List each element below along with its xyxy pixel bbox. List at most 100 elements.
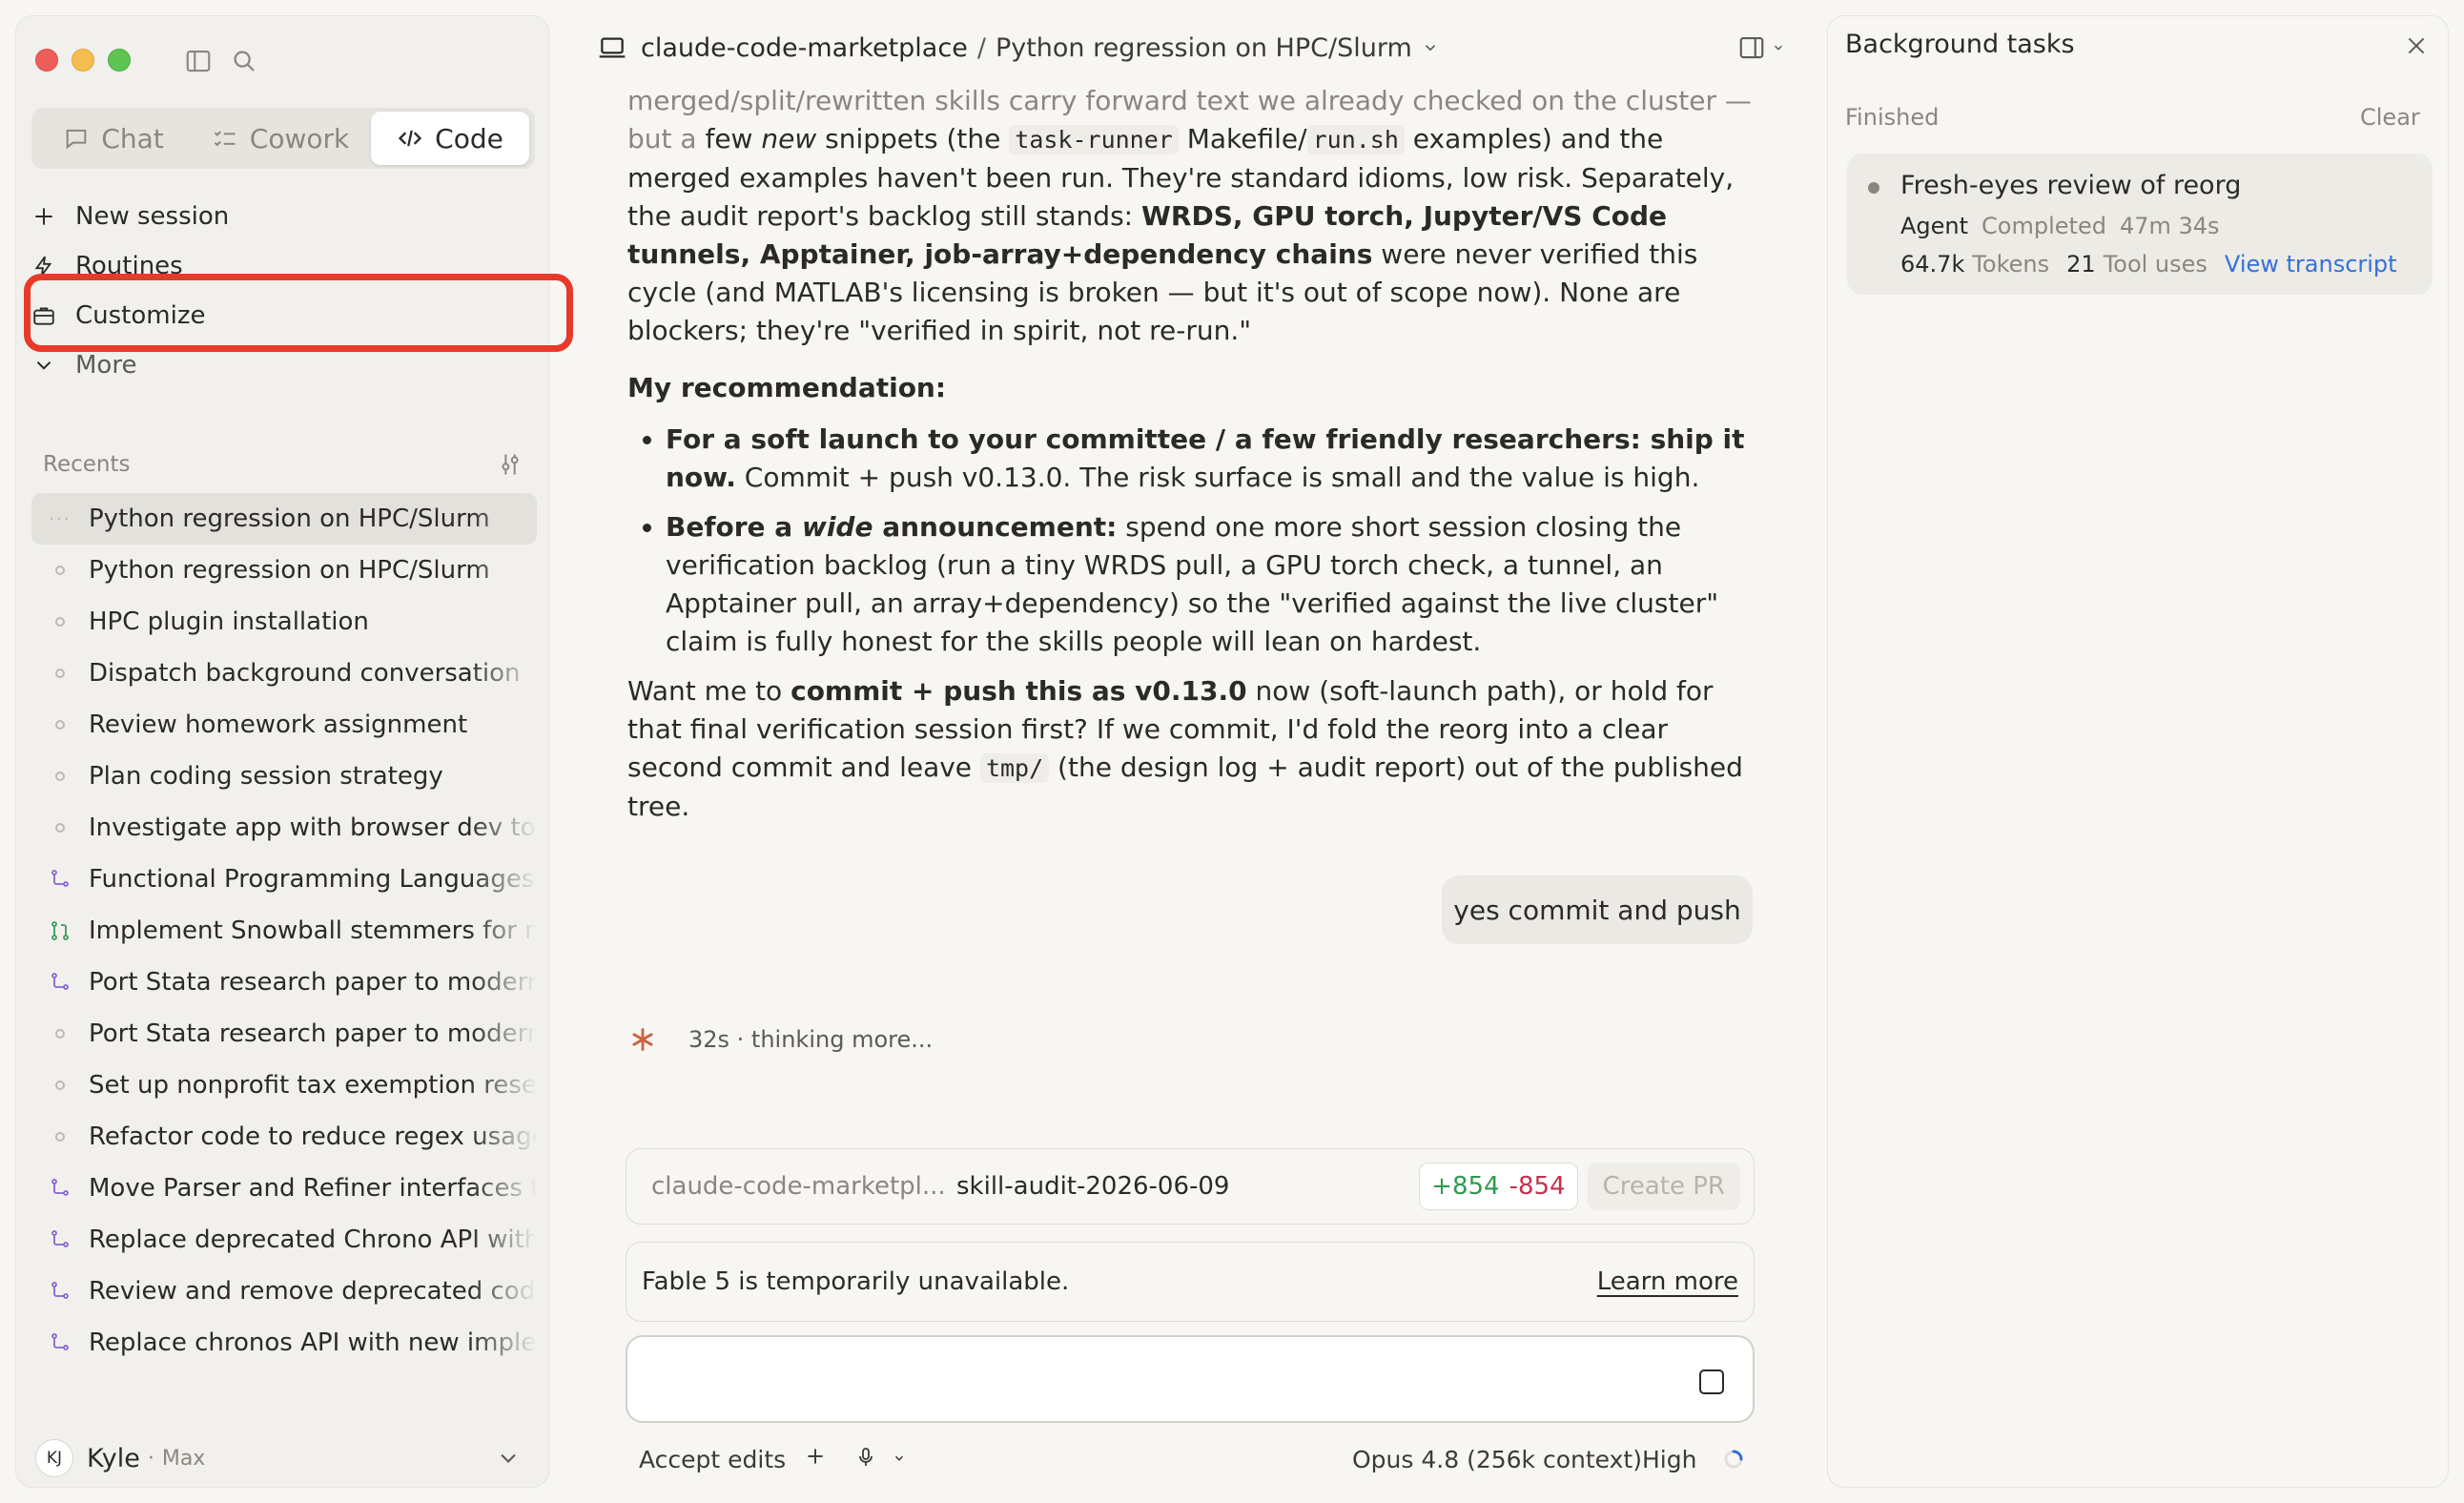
recent-session-item[interactable]: Replace chronos API with new implen [31, 1317, 537, 1369]
repo-name: claude-code-marketpl... [651, 1172, 946, 1201]
chevron-down-icon[interactable] [495, 1445, 522, 1472]
recents-label: Recents [43, 452, 131, 477]
chat-icon [66, 129, 87, 150]
bold-text: commit + push this as v0.13.0 [791, 675, 1247, 707]
tokens-value: 64.7k [1900, 251, 1965, 278]
emphasis: wide [801, 511, 873, 543]
task-usage: 64.7k Tokens 21 Tool uses View transcrip… [1900, 251, 2397, 278]
list-item: Before a wide announcement: spend one mo… [666, 508, 1753, 661]
recent-session-item[interactable]: Port Stata research paper to modern [31, 1008, 537, 1060]
user-menu[interactable]: KJ Kyle · Max [35, 1437, 531, 1479]
recommendation-list: For a soft launch to your committee / a … [627, 421, 1753, 661]
user-plan: Max [161, 1446, 206, 1471]
text: few [705, 123, 762, 154]
inline-code: run.sh [1306, 125, 1405, 154]
recent-session-item[interactable]: HPC plugin installation [31, 596, 537, 648]
sidebar-toggle-icon[interactable] [184, 47, 213, 75]
close-icon[interactable] [2404, 33, 2429, 58]
window-zoom-button[interactable] [108, 49, 131, 72]
recent-session-item[interactable]: ··· Python regression on HPC/Slurm [31, 493, 537, 545]
chevron-down-icon[interactable] [1422, 39, 1439, 56]
mode-tab-code[interactable]: Code [371, 112, 529, 165]
mode-tab-label: Chat [101, 122, 164, 154]
permission-mode-button[interactable]: Accept edits [639, 1446, 786, 1473]
section-label: Finished [1845, 104, 1940, 131]
inline-code: task-runner [1009, 125, 1179, 154]
message-input[interactable] [647, 1356, 1657, 1404]
branch-name: skill-audit-2026-06-09 [956, 1172, 1230, 1201]
recent-session-label: Python regression on HPC/Slurm [89, 504, 490, 533]
spinner-icon [1724, 1450, 1743, 1469]
circle-icon [31, 669, 89, 678]
branch-icon [31, 1331, 89, 1354]
recent-session-item[interactable]: Replace deprecated Chrono API with [31, 1214, 537, 1266]
recommendation-heading: My recommendation: [627, 369, 1753, 407]
circle-icon [31, 617, 89, 627]
recent-session-label: Review and remove deprecated code [89, 1277, 537, 1306]
mode-tab-cowork[interactable]: Cowork [195, 112, 365, 165]
new-session-button[interactable]: New session [31, 196, 229, 237]
learn-more-link[interactable]: Learn more [1597, 1267, 1738, 1296]
recent-session-label: Move Parser and Refiner interfaces to [89, 1174, 537, 1203]
branch-card: claude-code-marketpl... skill-audit-2026… [626, 1148, 1755, 1225]
recent-session-label: Port Stata research paper to modern [89, 1019, 537, 1048]
microphone-icon[interactable] [854, 1446, 877, 1469]
window-minimize-button[interactable] [72, 49, 94, 72]
message-paragraph: merged/split/rewritten skills carry forw… [627, 82, 1753, 350]
panel-toggle-button[interactable] [1737, 31, 1789, 65]
laptop-icon [599, 37, 626, 58]
view-transcript-link[interactable]: View transcript [2225, 251, 2397, 278]
recent-session-item[interactable]: Investigate app with browser dev tools [31, 802, 537, 854]
bold-text: announcement: [873, 511, 1118, 543]
branch-icon [31, 971, 89, 994]
recent-session-item[interactable]: Port Stata research paper to modern [31, 957, 537, 1008]
recent-session-item[interactable]: Set up nonprofit tax exemption resea [31, 1060, 537, 1111]
chevron-down-icon[interactable] [893, 1452, 906, 1465]
task-duration: 47m 34s [2119, 213, 2220, 239]
recent-session-item[interactable]: Functional Programming Languages E [31, 854, 537, 905]
recent-session-label: Plan coding session strategy [89, 762, 443, 791]
recent-session-item[interactable]: Move Parser and Refiner interfaces to [31, 1163, 537, 1214]
mode-tab-label: Code [435, 122, 503, 154]
spark-icon [632, 1028, 653, 1051]
project-name[interactable]: claude-code-marketplace [641, 33, 968, 63]
recent-session-item[interactable]: Implement Snowball stemmers for mu [31, 905, 537, 957]
task-card[interactable]: Fresh-eyes review of reorg Agent Complet… [1847, 154, 2433, 295]
recent-session-label: Implement Snowball stemmers for mu [89, 916, 537, 945]
effort-selector[interactable]: High [1642, 1446, 1696, 1473]
model-selector[interactable]: Opus 4.8 (256k context) [1352, 1446, 1642, 1473]
recent-session-label: Functional Programming Languages E [89, 865, 537, 894]
recent-session-label: Port Stata research paper to modern [89, 968, 537, 997]
avatar: KJ [35, 1439, 73, 1477]
create-pr-button[interactable]: Create PR [1587, 1163, 1740, 1210]
recent-session-item[interactable]: Review homework assignment [31, 699, 537, 751]
background-tasks-panel: Background tasks Finished Clear Fresh-ey… [1827, 15, 2449, 1488]
recent-session-label: HPC plugin installation [89, 607, 369, 636]
mode-tab-chat[interactable]: Chat [35, 112, 192, 165]
task-name: Fresh-eyes review of reorg [1900, 171, 2242, 200]
diff-stats[interactable]: +854 -854 [1419, 1163, 1578, 1210]
branch-icon [31, 1280, 89, 1303]
mode-switcher: Chat Cowork Code [31, 108, 535, 169]
window-close-button[interactable] [35, 49, 58, 72]
recent-session-item[interactable]: Python regression on HPC/Slurm [31, 545, 537, 596]
filter-icon[interactable] [497, 451, 524, 478]
recents-list: ··· Python regression on HPC/Slurm Python … [31, 493, 537, 1369]
branch-icon [31, 868, 89, 891]
plus-icon[interactable] [803, 1444, 828, 1469]
circle-icon [31, 823, 89, 833]
ellipsis-icon: ··· [49, 508, 72, 529]
recent-session-item[interactable]: Review and remove deprecated code [31, 1266, 537, 1317]
recent-session-label: Refactor code to reduce regex usage [89, 1122, 537, 1151]
recent-session-item[interactable]: Refactor code to reduce regex usage [31, 1111, 537, 1163]
session-title[interactable]: Python regression on HPC/Slurm [996, 33, 1412, 63]
search-icon[interactable] [230, 47, 258, 75]
recent-session-item[interactable]: Dispatch background conversation [31, 648, 537, 699]
circle-icon [31, 1132, 89, 1142]
recent-session-item[interactable]: Plan coding session strategy [31, 751, 537, 802]
checklist-icon [214, 131, 236, 147]
clear-button[interactable]: Clear [2360, 104, 2420, 131]
text: Want me to [627, 675, 791, 707]
stop-icon[interactable] [1699, 1369, 1724, 1394]
composer-toolbar: Accept edits Opus 4.8 (256k context) Hig… [639, 1440, 1745, 1478]
